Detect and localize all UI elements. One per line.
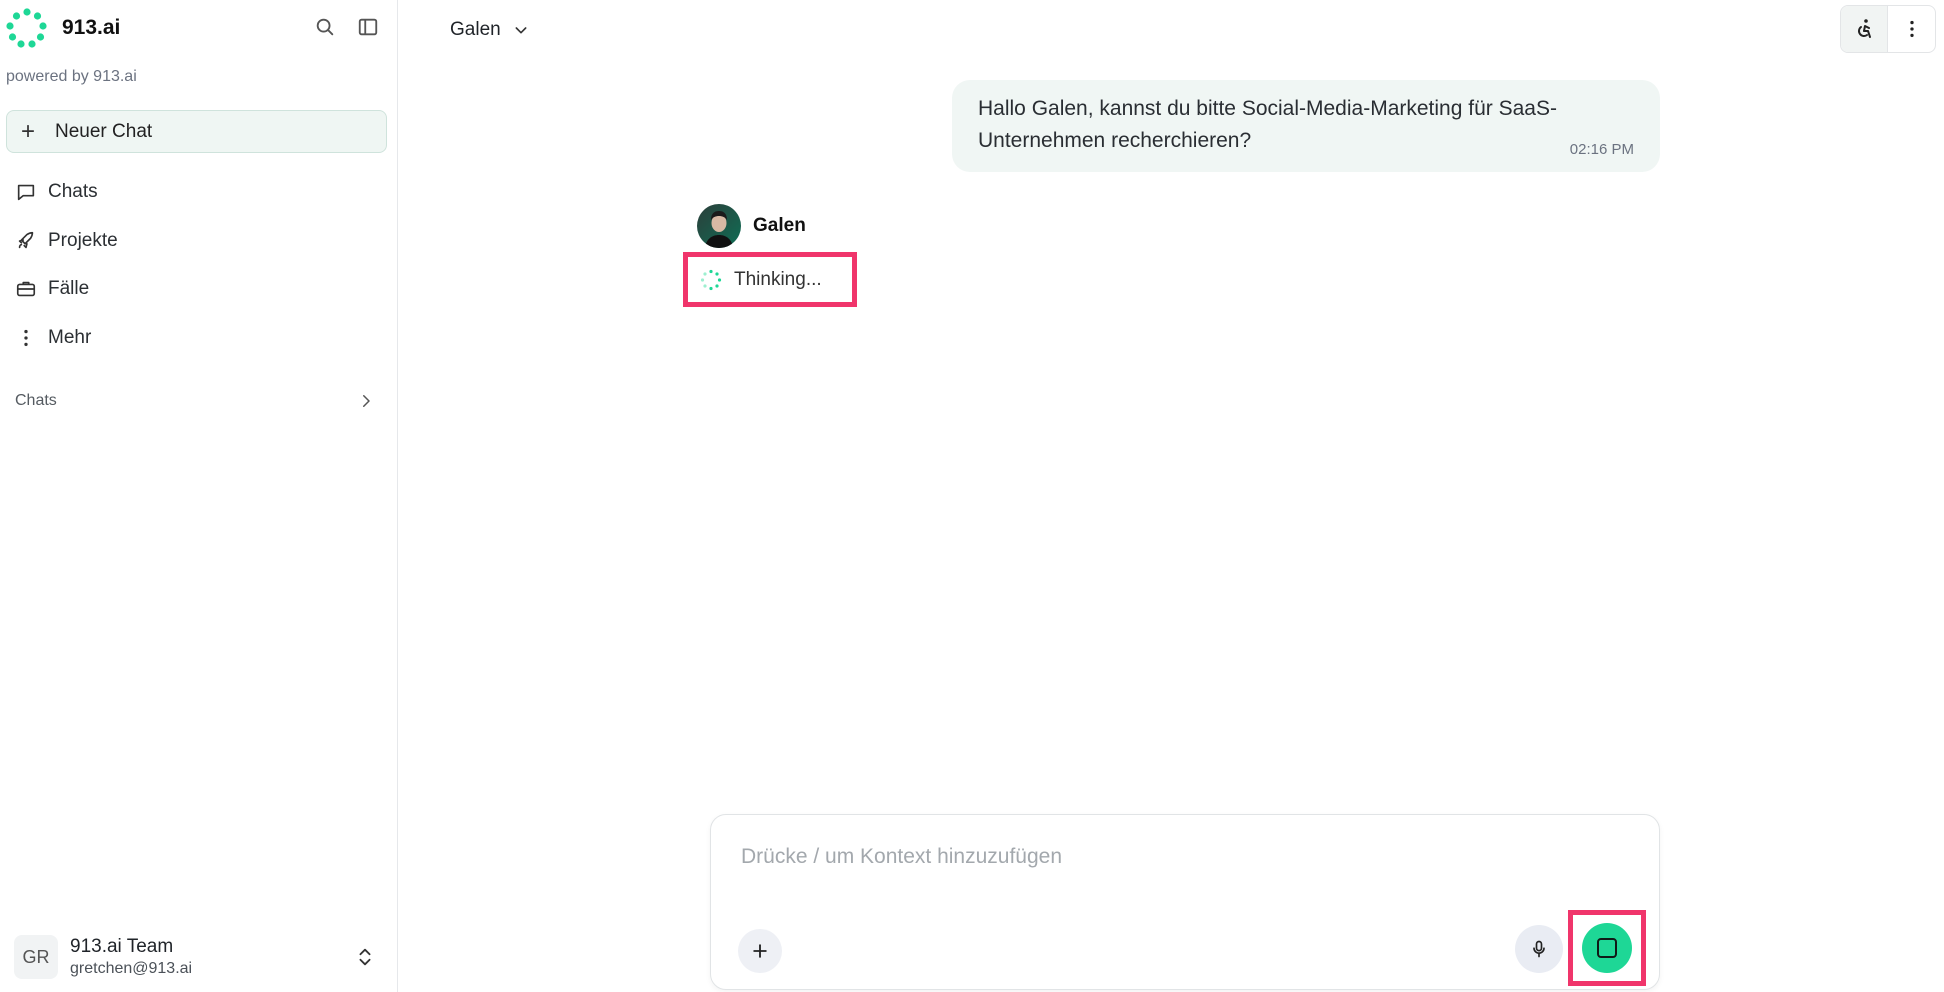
stop-generation-highlight — [1568, 910, 1646, 986]
sidebar-item-mehr[interactable]: Mehr — [14, 322, 91, 354]
brand-name: 913.ai — [62, 16, 121, 39]
brand-logo-icon — [6, 8, 47, 48]
agent-selector[interactable]: Galen — [450, 16, 529, 44]
chat-bubble-icon — [14, 180, 38, 204]
sidebar-item-projekte[interactable]: Projekte — [14, 225, 118, 257]
add-attachment-button[interactable] — [738, 929, 782, 973]
thinking-indicator: Thinking... — [683, 252, 857, 307]
brand[interactable]: 913.ai — [6, 6, 120, 50]
header-actions — [1840, 5, 1936, 53]
user-info: 913.ai Team gretchen@913.ai — [70, 936, 192, 978]
sidebar-item-label: Projekte — [48, 230, 118, 251]
agent-name: Galen — [753, 215, 806, 236]
app-root: 913.ai powered by 913.ai + Neuer Chat Ch… — [0, 0, 1944, 992]
loading-spinner-icon — [700, 269, 722, 290]
plus-icon: + — [21, 117, 36, 145]
more-vertical-icon — [14, 326, 38, 350]
user-email: gretchen@913.ai — [70, 960, 193, 977]
voice-input-button[interactable] — [1515, 925, 1563, 973]
new-chat-label: Neuer Chat — [55, 120, 153, 142]
thinking-status: Thinking... — [734, 268, 822, 290]
user-name: 913.ai Team — [70, 936, 174, 957]
agent-selector-label: Galen — [450, 19, 501, 40]
message-timestamp: 02:16 PM — [1569, 141, 1634, 158]
rocket-icon — [14, 229, 38, 253]
accessibility-button[interactable] — [1841, 6, 1889, 52]
chevron-down-icon — [515, 27, 527, 34]
briefcase-icon — [14, 277, 38, 301]
sidebar-item-chats[interactable]: Chats — [14, 176, 98, 208]
sidebar-item-faelle[interactable]: Fälle — [14, 273, 89, 305]
plus-icon — [753, 944, 767, 958]
user-account[interactable]: GR 913.ai Team gretchen@913.ai — [14, 932, 376, 982]
search-icon[interactable] — [312, 14, 338, 40]
new-chat-button[interactable]: + Neuer Chat — [6, 110, 387, 153]
accessibility-icon — [1858, 19, 1871, 38]
stop-generation-button[interactable] — [1582, 923, 1632, 973]
sidebar-item-label: Chats — [48, 181, 98, 202]
more-options-button[interactable] — [1888, 6, 1935, 52]
powered-by-text: powered by 913.ai — [6, 68, 137, 85]
sidebar: 913.ai powered by 913.ai + Neuer Chat Ch… — [0, 0, 398, 992]
section-title: Chats — [15, 392, 57, 409]
message-composer[interactable]: Drücke / um Kontext hinzuzufügen — [710, 814, 1660, 990]
more-vertical-icon — [1909, 20, 1914, 38]
stop-square-icon — [1597, 938, 1617, 958]
sidebar-item-label: Mehr — [48, 327, 92, 348]
chats-section-toggle[interactable]: Chats — [15, 388, 375, 414]
user-message-text: Hallo Galen, kannst du bitte Social-Medi… — [978, 97, 1557, 152]
agent-avatar — [697, 204, 741, 248]
agent-header: Galen — [697, 204, 806, 248]
sidebar-item-label: Fälle — [48, 278, 90, 299]
chevron-right-icon — [363, 395, 370, 407]
avatar: GR — [14, 935, 58, 979]
chevrons-up-down-icon[interactable] — [354, 946, 376, 968]
composer-placeholder[interactable]: Drücke / um Kontext hinzuzufügen — [741, 845, 1062, 869]
sidebar-toggle-icon[interactable] — [355, 14, 381, 40]
user-message-bubble: Hallo Galen, kannst du bitte Social-Medi… — [952, 80, 1660, 172]
microphone-icon — [1533, 940, 1545, 958]
